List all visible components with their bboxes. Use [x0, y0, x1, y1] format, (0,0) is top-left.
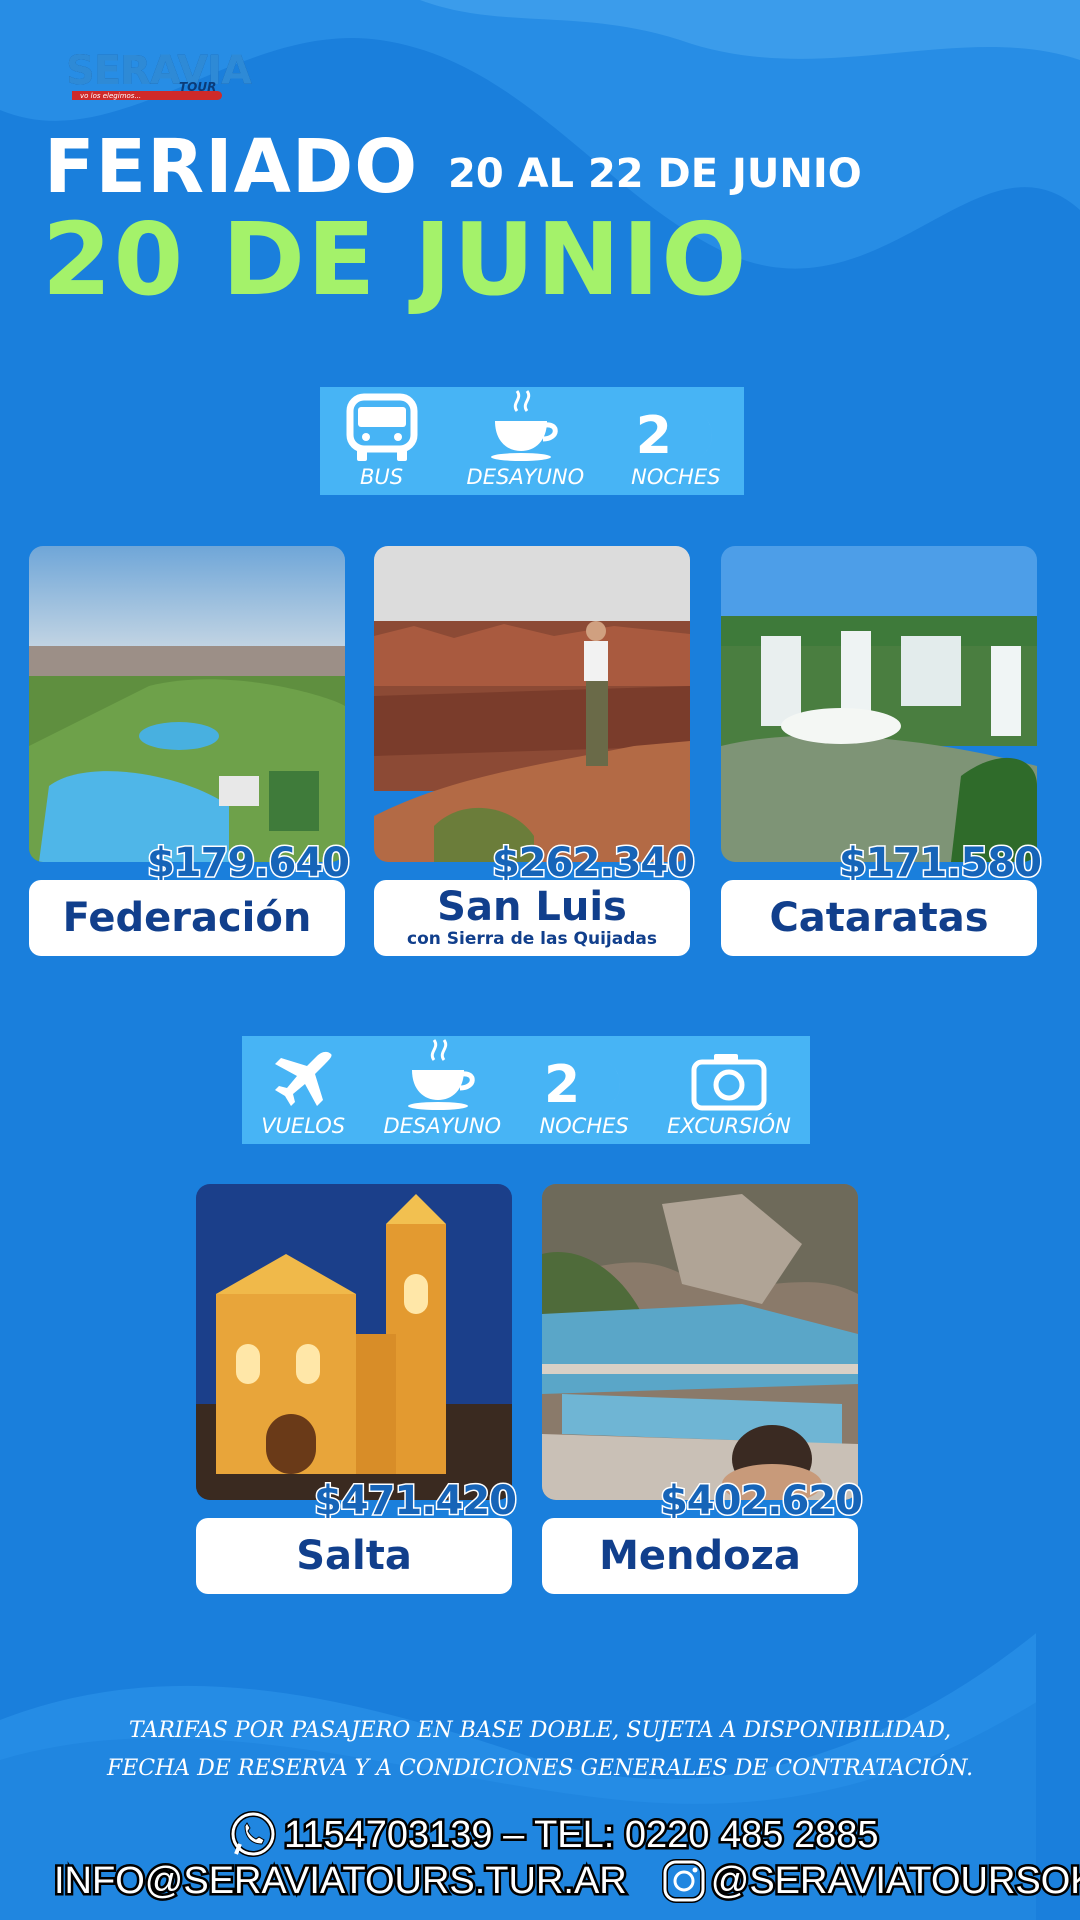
moon-icon [594, 1058, 621, 1110]
bus-amenities-band: BUS DESAYUNO 2 NOCHES [320, 387, 744, 495]
amenity-flights: VUELOS [261, 1048, 345, 1144]
logo-tagline: vo los elegimos... [80, 92, 142, 100]
disclaimer-line-2: FECHA DE RESERVA Y A CONDICIONES GENERAL… [106, 1756, 974, 1781]
amenity-label: NOCHES [631, 465, 721, 489]
feriado-title: FERIADO [44, 124, 419, 210]
nights-number: 2 [543, 1055, 581, 1115]
destination-card-cataratas[interactable]: $171.580 Cataratas [721, 546, 1044, 956]
waterfalls-photo [721, 546, 1037, 862]
amenity-bus: BUS [344, 393, 420, 495]
logo-tour: TOUR [179, 80, 217, 94]
destination-card-salta[interactable]: $471.420 Salta [196, 1184, 519, 1594]
destination-label-box: San Luis con Sierra de las Quijadas [374, 880, 690, 956]
date-range: 20 AL 22 DE JUNIO [448, 151, 862, 197]
destination-name: San Luis [437, 884, 627, 930]
email-address[interactable]: INFO@SERAVIATOURS.TUR.AR [52, 1857, 630, 1904]
red-canyon-photo [374, 546, 690, 862]
destination-label-box: Mendoza [542, 1518, 858, 1594]
phone-number[interactable]: 1154703139 – TEL: 0220 485 2885 [281, 1811, 880, 1858]
nights-number: 2 [635, 406, 672, 466]
destination-name: Salta [296, 1533, 412, 1579]
flight-amenities-band: VUELOS DESAYUNO 2 NOCHES EXCURSIÓN [242, 1036, 810, 1144]
amenity-breakfast: DESAYUNO [466, 389, 585, 495]
amenity-nights: 2 NOCHES [539, 1056, 629, 1144]
whatsapp-icon [230, 1811, 276, 1857]
camera-icon [691, 1054, 767, 1111]
logo-text: SERAVIA [66, 48, 252, 94]
bus-icon [346, 393, 418, 461]
destination-name: Mendoza [599, 1533, 801, 1579]
destination-name: Cataratas [769, 895, 989, 941]
destination-label-box: Federación [29, 880, 345, 956]
amenity-label: DESAYUNO [383, 1114, 502, 1138]
amenity-label: DESAYUNO [466, 465, 585, 489]
instagram-icon [661, 1859, 706, 1903]
amenity-excursion: EXCURSIÓN [667, 1050, 791, 1144]
destination-label-box: Salta [196, 1518, 512, 1594]
destination-label-box: Cataratas [721, 880, 1037, 956]
amenity-nights: 2 NOCHES [631, 407, 720, 495]
main-date: 20 DE JUNIO [42, 201, 749, 318]
phone-contact[interactable]: 1154703139 – TEL: 0220 485 2885 [228, 1810, 881, 1860]
destination-card-mendoza[interactable]: $402.620 Mendoza [542, 1184, 865, 1594]
amenity-label: VUELOS [261, 1114, 346, 1138]
nights-count: 2 [544, 1056, 624, 1114]
destination-card-san-luis[interactable]: $262.340 San Luis con Sierra de las Quij… [374, 546, 697, 956]
airplane-icon [275, 1051, 332, 1106]
destination-subtitle: con Sierra de las Quijadas [407, 929, 657, 949]
water-park-photo [29, 546, 345, 862]
amenity-label: BUS [359, 465, 404, 489]
coffee-cup-icon [408, 1039, 475, 1110]
email-instagram-row: INFO@SERAVIATOURS.TUR.AR @SERAVIATOURSOK [52, 1857, 1080, 1904]
amenity-breakfast: DESAYUNO [383, 1038, 501, 1144]
disclaimer-line-1: TARIFAS POR PASAJERO EN BASE DOBLE, SUJE… [128, 1718, 952, 1743]
destination-card-federacion[interactable]: $179.640 Federación [29, 546, 352, 956]
cathedral-photo [196, 1184, 512, 1500]
destination-name: Federación [62, 895, 312, 941]
disclaimer: TARIFAS POR PASAJERO EN BASE DOBLE, SUJE… [0, 1712, 1080, 1788]
amenity-label: EXCURSIÓN [667, 1114, 791, 1138]
hot-springs-photo [542, 1184, 858, 1500]
coffee-cup-icon [491, 390, 559, 461]
moon-icon [685, 409, 712, 461]
nights-count: 2 [636, 407, 716, 465]
amenity-label: NOCHES [539, 1114, 629, 1138]
instagram-handle[interactable]: @SERAVIATOURSOK [708, 1857, 1080, 1904]
brand-logo[interactable]: SERAVIA TOUR vo los elegimos... [66, 36, 252, 106]
